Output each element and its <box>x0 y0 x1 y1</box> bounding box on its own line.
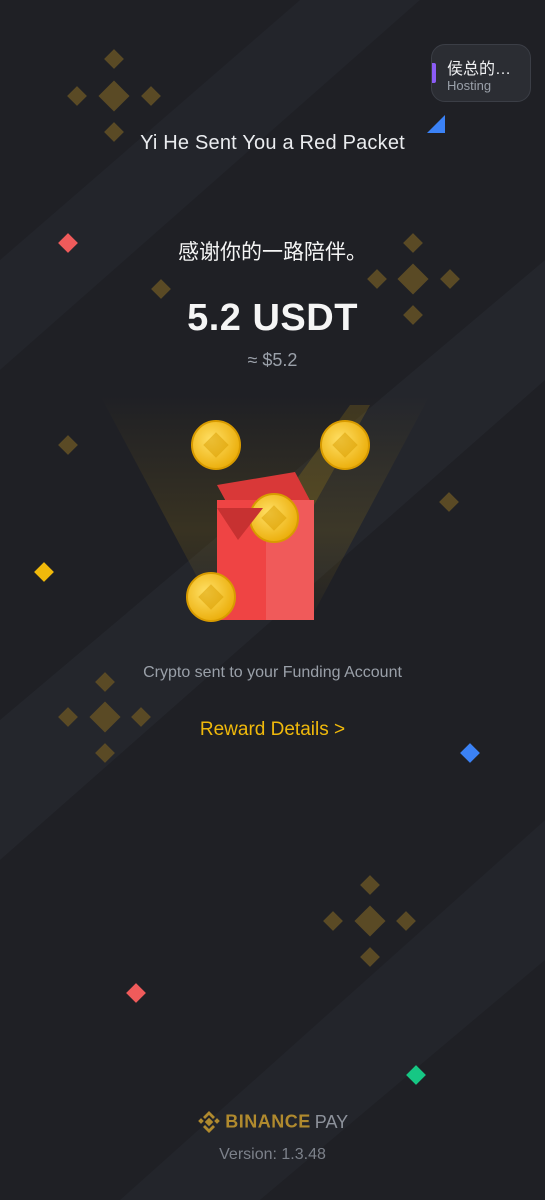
funding-note: Crypto sent to your Funding Account <box>143 664 402 681</box>
binance-logo-icon <box>197 1111 220 1133</box>
chip-corner-marker <box>427 115 445 133</box>
host-name: 侯总的… <box>447 61 512 78</box>
version-label: Version: 1.3.48 <box>219 1146 326 1163</box>
packet-fiat-value: ≈ $5.2 <box>247 350 298 370</box>
red-packet-illustration <box>100 395 430 622</box>
host-accent-bar <box>432 63 436 83</box>
host-chip[interactable]: 侯总的… Hosting <box>431 44 531 102</box>
packet-amount: 5.2 USDT <box>187 297 358 339</box>
packet-title: Yi He Sent You a Red Packet <box>140 132 405 154</box>
brand-pay: PAY <box>314 1111 349 1132</box>
reward-details-link[interactable]: Reward Details > <box>0 719 545 741</box>
brand-name: BINANCE <box>225 1111 311 1132</box>
binance-pay-brand: BINANCE PAY <box>0 1111 545 1135</box>
host-role: Hosting <box>447 78 492 93</box>
packet-message: 感谢你的一路陪伴。 <box>178 241 367 264</box>
